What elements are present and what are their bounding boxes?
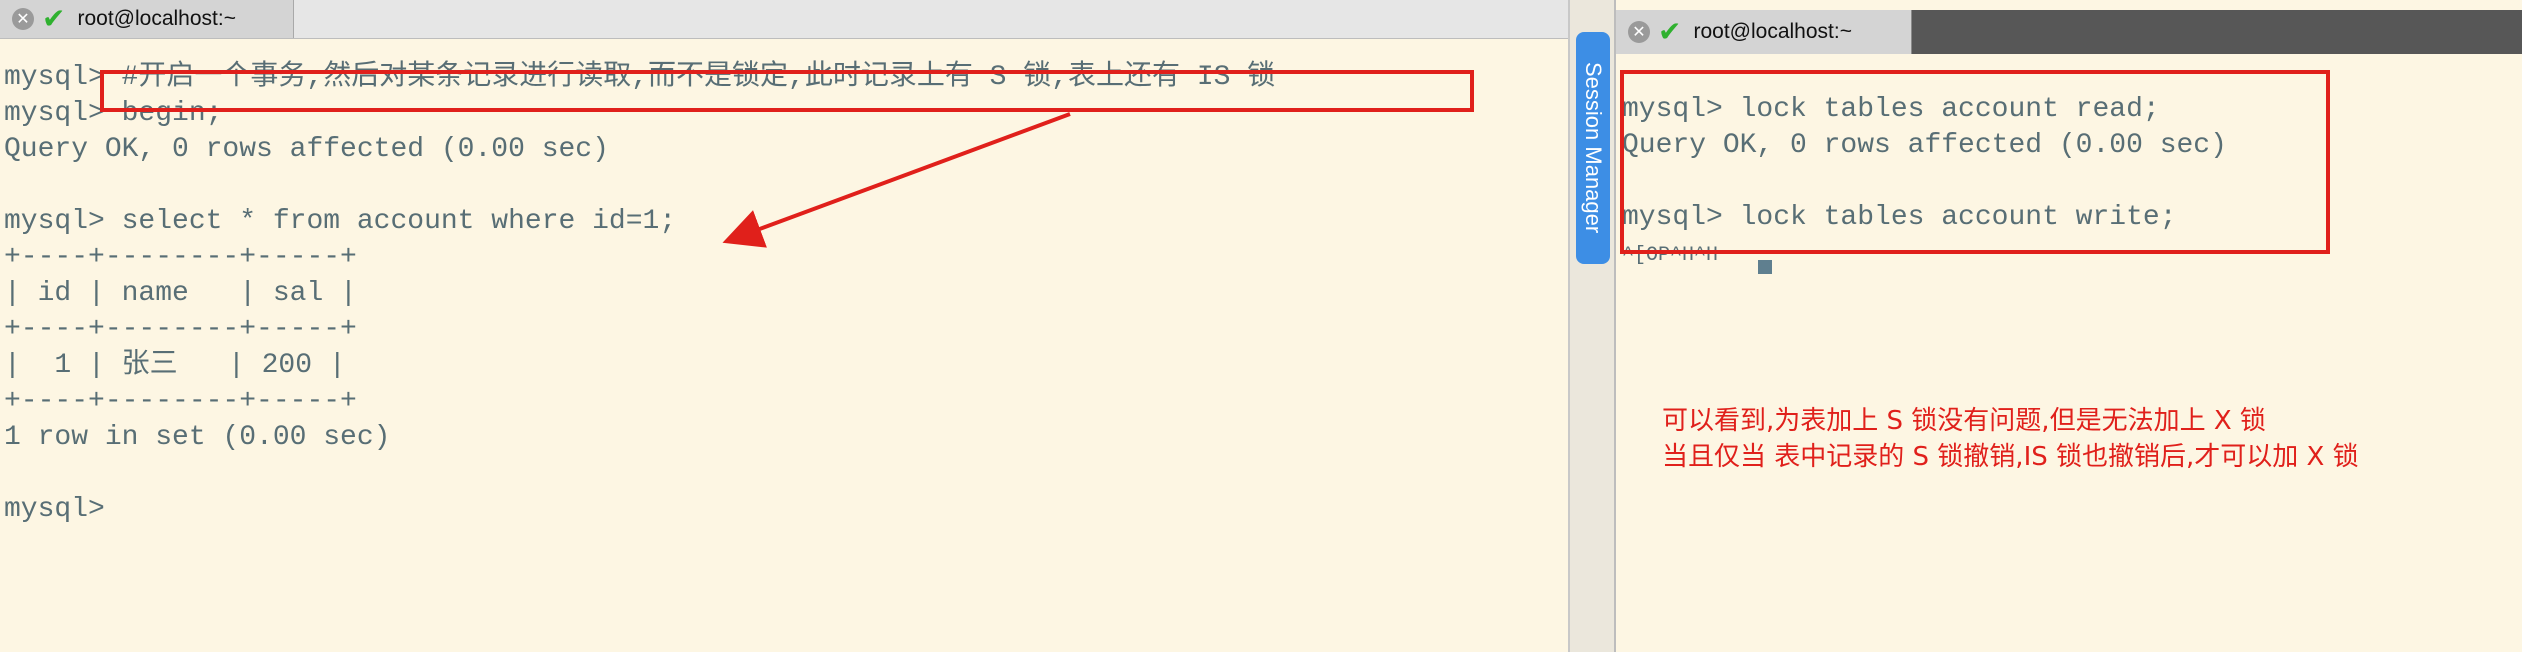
commands-highlight-box xyxy=(1620,70,2330,254)
terminal-cursor xyxy=(1758,260,1772,274)
right-terminal-tab[interactable]: ✕ ✔ root@localhost:~ xyxy=(1616,10,1912,54)
session-manager-label: Session Manager xyxy=(1581,62,1606,234)
session-manager-tab[interactable]: Session Manager xyxy=(1576,32,1610,264)
left-terminal-window: ✕ ✔ root@localhost:~ mysql> #开启一个事务,然后对某… xyxy=(0,0,1568,652)
right-terminal-window: Session Manager ✕ ✔ root@localhost:~ mys… xyxy=(1568,0,2522,652)
annotation-line-1: 可以看到,为表加上 S 锁没有问题,但是无法加上 X 锁 xyxy=(1662,406,2266,436)
close-icon[interactable]: ✕ xyxy=(1628,21,1650,43)
session-manager-strip: Session Manager xyxy=(1570,0,1616,652)
right-tab-bar: ✕ ✔ root@localhost:~ xyxy=(1616,10,2522,54)
checkmark-icon: ✔ xyxy=(1658,15,1682,48)
arrow-annotation xyxy=(722,112,1071,248)
annotation-line-2: 当且仅当 表中记录的 S 锁撤销,IS 锁也撤销后,才可以加 X 锁 xyxy=(1662,442,2359,472)
tab-title: root@localhost:~ xyxy=(1693,20,1852,43)
